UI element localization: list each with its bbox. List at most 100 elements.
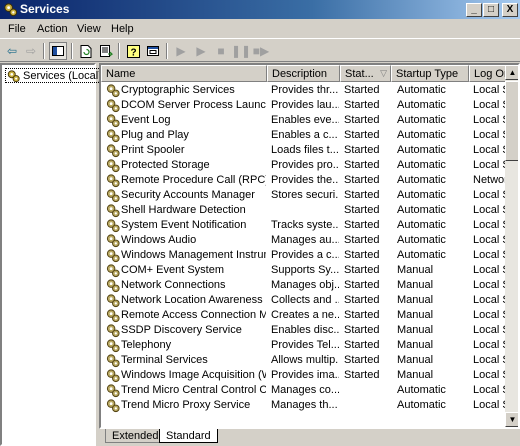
pause-service-icon[interactable]: ❚❚ — [231, 42, 251, 60]
service-gear-icon — [106, 129, 120, 143]
service-name: COM+ Event System — [121, 264, 225, 276]
service-description: Tracks syste... — [271, 219, 339, 231]
service-log-on-as: Local S — [473, 219, 505, 231]
service-status: Started — [344, 174, 380, 186]
properties-icon[interactable] — [144, 42, 162, 60]
service-description: Supports Sy... — [271, 264, 339, 276]
table-row[interactable]: Security Accounts Manager Stores securi..… — [101, 188, 505, 203]
service-gear-icon — [106, 399, 120, 413]
column-header-startup-type[interactable]: Startup Type — [391, 65, 469, 82]
back-arrow-icon[interactable]: ⇦ — [3, 42, 21, 60]
service-description: Provides thr... — [271, 84, 339, 96]
vertical-scrollbar[interactable]: ▲ ▼ — [505, 65, 518, 427]
table-row[interactable]: Print Spooler Loads files t... Started Auto… — [101, 143, 505, 158]
service-status: Started — [344, 324, 380, 336]
service-status: Started — [344, 189, 380, 201]
table-row[interactable]: Remote Access Connection Ma... Creates a … — [101, 308, 505, 323]
forward-arrow-icon[interactable]: ⇨ — [22, 42, 40, 60]
table-row[interactable]: Network Location Awareness (N... Collects… — [101, 293, 505, 308]
service-gear-icon — [106, 249, 120, 263]
scroll-up-icon[interactable]: ▲ — [505, 65, 518, 80]
service-status: Started — [344, 279, 380, 291]
service-status: Started — [344, 159, 380, 171]
service-log-on-as: Local S — [473, 339, 505, 351]
table-row[interactable]: Telephony Provides Tel... Started Manual Loc… — [101, 338, 505, 353]
service-log-on-as: Local S — [473, 84, 505, 96]
service-name: Windows Management Instrume... — [121, 249, 266, 261]
service-description: Enables disc... — [271, 324, 339, 336]
column-header-status[interactable]: Stat... ▽ — [340, 65, 391, 82]
tab-extended[interactable]: Extended — [105, 429, 166, 443]
service-status: Started — [344, 369, 380, 381]
table-row[interactable]: Plug and Play Enables a c... Started Automa… — [101, 128, 505, 143]
console-tree: Services (Local) — [0, 63, 105, 446]
service-status: Started — [344, 99, 380, 111]
service-startup-type: Manual — [397, 324, 434, 336]
service-log-on-as: Local S — [473, 399, 505, 411]
table-row[interactable]: Protected Storage Provides pro... Started A… — [101, 158, 505, 173]
table-row[interactable]: Terminal Services Allows multip... Started… — [101, 353, 505, 368]
show-hide-console-tree-icon[interactable] — [49, 42, 67, 60]
service-name: Trend Micro Proxy Service — [121, 399, 251, 411]
table-row[interactable]: Cryptographic Services Provides thr... Sta… — [101, 83, 505, 98]
table-row[interactable]: System Event Notification Tracks syste...… — [101, 218, 505, 233]
scroll-down-icon[interactable]: ▼ — [505, 412, 518, 427]
table-row[interactable]: Shell Hardware Detection Started Automatic… — [101, 203, 505, 218]
help-icon[interactable]: ? — [124, 42, 142, 60]
menu-help[interactable]: Help — [111, 23, 134, 35]
table-row[interactable]: Windows Audio Manages au... Started Automat… — [101, 233, 505, 248]
table-row[interactable]: Network Connections Manages obj... Started… — [101, 278, 505, 293]
services-gears-icon — [4, 3, 18, 17]
service-description: Enables eve... — [271, 114, 339, 126]
service-startup-type: Automatic — [397, 384, 446, 396]
service-startup-type: Automatic — [397, 159, 446, 171]
table-row[interactable]: Windows Management Instrume... Provides a… — [101, 248, 505, 263]
service-gear-icon — [106, 234, 120, 248]
maximize-button[interactable]: □ — [483, 3, 499, 17]
service-startup-type: Automatic — [397, 249, 446, 261]
tree-item-services-local[interactable]: Services (Local) — [5, 68, 105, 83]
close-button[interactable]: X — [502, 3, 518, 17]
column-header-description[interactable]: Description — [267, 65, 340, 82]
service-name: Remote Access Connection Ma... — [121, 309, 266, 321]
service-log-on-as: Local S — [473, 309, 505, 321]
service-gear-icon — [106, 204, 120, 218]
refresh-icon[interactable] — [77, 42, 95, 60]
table-row[interactable]: COM+ Event System Supports Sy... Started Ma… — [101, 263, 505, 278]
restart-service-icon[interactable]: ■▶ — [252, 42, 270, 60]
scroll-thumb[interactable] — [505, 81, 518, 161]
service-gear-icon — [106, 189, 120, 203]
service-status: Started — [344, 114, 380, 126]
column-header-log-on-as[interactable]: Log On — [469, 65, 509, 82]
service-status: Started — [344, 129, 380, 141]
minimize-button[interactable]: _ — [466, 3, 482, 17]
service-gear-icon — [106, 159, 120, 173]
table-row[interactable]: Windows Image Acquisition (WIA) Provides … — [101, 368, 505, 383]
service-log-on-as: Local S — [473, 294, 505, 306]
service-startup-type: Automatic — [397, 234, 446, 246]
service-description: Provides a c... — [271, 249, 339, 261]
table-row[interactable]: Trend Micro Central Control Com... Manage… — [101, 383, 505, 398]
table-row[interactable]: SSDP Discovery Service Enables disc... Sta… — [101, 323, 505, 338]
table-row[interactable]: Trend Micro Proxy Service Manages th... Au… — [101, 398, 505, 413]
service-log-on-as: Local S — [473, 159, 505, 171]
tab-standard[interactable]: Standard — [159, 429, 218, 443]
table-row[interactable]: Remote Procedure Call (RPC) Provides the.… — [101, 173, 505, 188]
start-service-icon[interactable]: ▶ — [172, 42, 190, 60]
column-header-name[interactable]: Name — [101, 65, 267, 82]
menu-file[interactable]: File — [8, 23, 26, 35]
start-service-alt-icon[interactable]: ▶ — [192, 42, 210, 60]
menu-view[interactable]: View — [77, 23, 101, 35]
service-description: Provides pro... — [271, 159, 339, 171]
service-status: Started — [344, 309, 380, 321]
table-row[interactable]: Event Log Enables eve... Started Automatic L… — [101, 113, 505, 128]
table-row[interactable]: DCOM Server Process Launcher Provides lau… — [101, 98, 505, 113]
export-list-icon[interactable] — [97, 42, 115, 60]
stop-service-icon[interactable]: ■ — [212, 42, 230, 60]
service-name: Windows Audio — [121, 234, 197, 246]
service-startup-type: Manual — [397, 339, 434, 351]
service-gear-icon — [106, 219, 120, 233]
menu-action[interactable]: Action — [37, 23, 68, 35]
service-log-on-as: Local S — [473, 324, 505, 336]
service-gear-icon — [106, 279, 120, 293]
